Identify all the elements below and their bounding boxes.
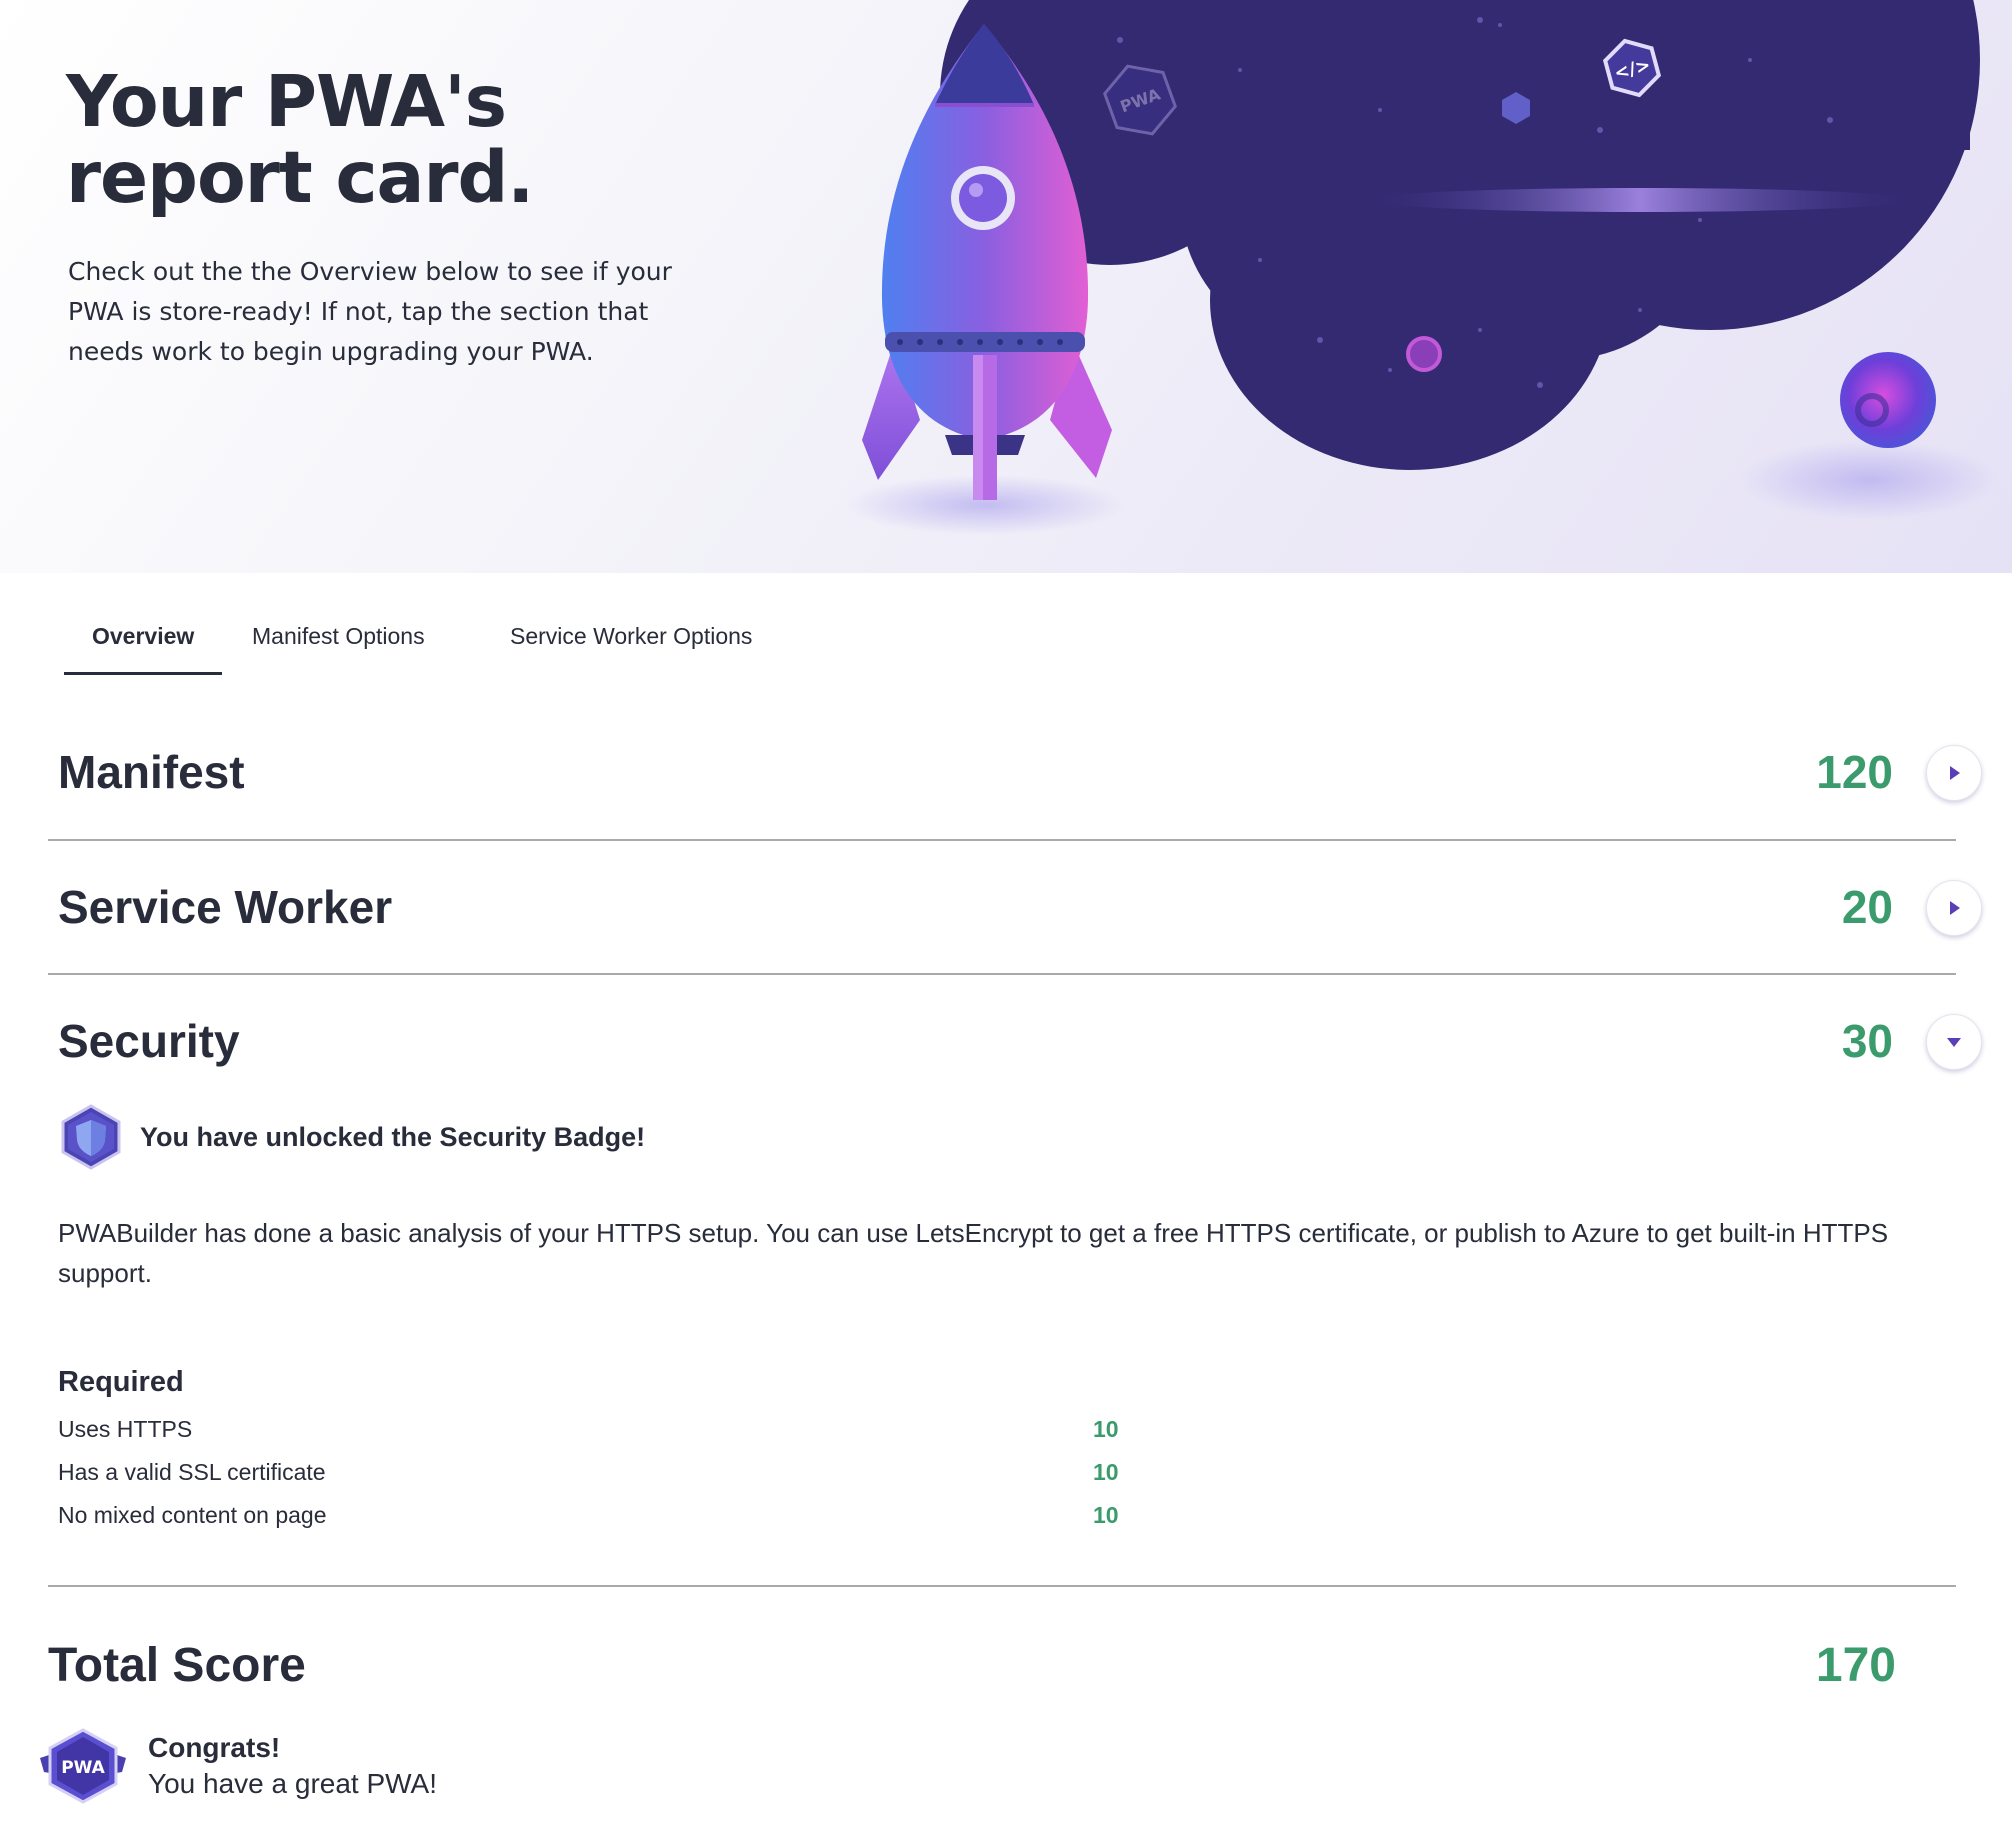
required-item-score: 10 [1093,1416,1119,1442]
security-description: PWABuilder has done a basic analysis of … [58,1218,1889,1288]
required-item: Uses HTTPS 10 [58,1408,1158,1451]
pwa-badge-icon: PWA [40,1728,126,1804]
total-score-title: Total Score [48,1639,306,1692]
section-divider [48,839,1956,841]
shield-badge-icon [61,1104,121,1170]
manifest-section-header[interactable]: Manifest 120 [0,732,2012,812]
required-item-label: Uses HTTPS [58,1416,193,1442]
chevron-right-icon [1950,766,1960,780]
required-item-label: No mixed content on page [58,1502,327,1528]
security-badge-text: You have unlocked the Security Badge! [140,1122,646,1152]
required-item: Has a valid SSL certificate 10 [58,1451,1158,1494]
collapse-security-button[interactable] [1926,1014,1982,1070]
security-section-header[interactable]: Security 30 [0,1001,2012,1081]
required-item-label: Has a valid SSL certificate [58,1459,326,1485]
section-score: 30 [1841,1015,1893,1067]
required-heading: Required [58,1366,184,1398]
section-title: Security [58,1015,240,1067]
section-divider [48,1585,1956,1587]
section-score: 120 [1816,746,1893,798]
expand-manifest-button[interactable] [1926,745,1982,801]
tab-manifest-options[interactable]: Manifest Options [224,600,453,672]
total-score-value: 170 [1815,1639,1896,1692]
tab-overview[interactable]: Overview [64,600,223,675]
section-divider [48,973,1956,975]
expand-service-worker-button[interactable] [1926,880,1982,936]
hero-illustration: PWA </> [845,0,2000,535]
service-worker-section-header[interactable]: Service Worker 20 [0,867,2012,947]
chevron-down-icon [1947,1038,1961,1047]
required-item-score: 10 [1093,1459,1119,1485]
required-item-score: 10 [1093,1502,1119,1528]
section-title: Service Worker [58,881,393,933]
congrats-subtitle: You have a great PWA! [148,1768,437,1799]
pwa-badge-label: PWA [61,1758,105,1778]
tab-service-worker-options[interactable]: Service Worker Options [482,600,780,672]
congrats-title: Congrats! [148,1732,281,1763]
section-score: 20 [1841,881,1893,933]
chevron-right-icon [1950,901,1960,915]
required-item: No mixed content on page 10 [58,1494,1158,1537]
section-title: Manifest [58,746,245,798]
hero-banner: Your PWA's report card. Check out the th… [0,0,2012,573]
